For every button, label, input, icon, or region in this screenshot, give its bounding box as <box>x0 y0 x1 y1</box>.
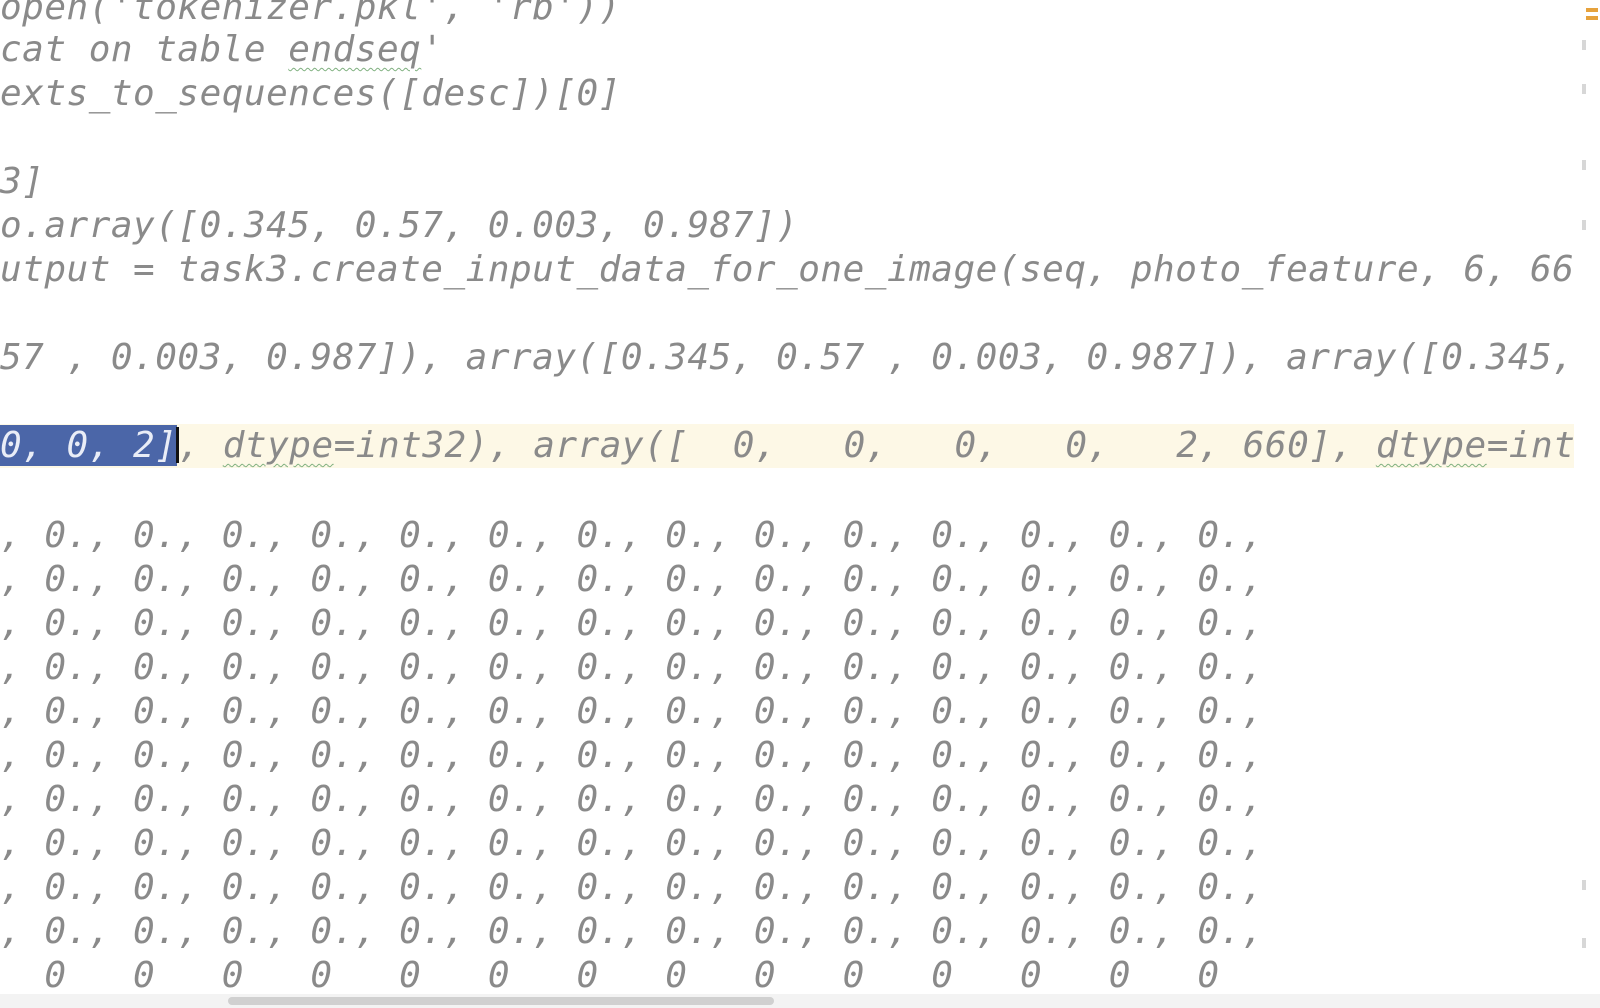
code-line[interactable]: 3] <box>0 160 44 204</box>
output-line[interactable]: 57 , 0.003, 0.987]), array([0.345, 0.57 … <box>0 336 1600 380</box>
output-text: ], <box>1309 425 1376 466</box>
zeros-output-line[interactable]: , 0., 0., 0., 0., 0., 0., 0., 0., 0., 0.… <box>0 734 1264 778</box>
horizontal-scrollbar[interactable] <box>0 994 1600 1008</box>
output-text: , 0., 0., 0., 0., 0., 0., 0., 0., 0., 0.… <box>0 867 1264 908</box>
code-text: open('tokenizer.pkl', 'rb')) <box>0 0 621 28</box>
output-text: , 0., 0., 0., 0., 0., 0., 0., 0., 0., 0.… <box>0 911 1264 952</box>
code-text: ' <box>421 29 444 70</box>
output-text: , 0., 0., 0., 0., 0., 0., 0., 0., 0., 0.… <box>0 515 1264 556</box>
code-text: utput = task3.create_input_data_for_one_… <box>0 249 1600 290</box>
zeros-output-line[interactable]: 0 0 0 0 0 0 0 0 0 0 0 0 0 0 <box>0 954 1220 998</box>
scrollbar-thumb[interactable] <box>228 997 774 1005</box>
output-text: , 0., 0., 0., 0., 0., 0., 0., 0., 0., 0.… <box>0 735 1264 776</box>
gutter-mark[interactable] <box>1582 220 1586 230</box>
output-text: , 0., 0., 0., 0., 0., 0., 0., 0., 0., 0.… <box>0 647 1264 688</box>
gutter-mark[interactable] <box>1582 160 1586 170</box>
code-text: exts_to_sequences([desc])[0] <box>0 73 621 114</box>
gutter-mark[interactable] <box>1582 938 1586 948</box>
code-line[interactable]: exts_to_sequences([desc])[0] <box>0 72 621 116</box>
zeros-output-line[interactable]: , 0., 0., 0., 0., 0., 0., 0., 0., 0., 0.… <box>0 866 1264 910</box>
code-text: cat on table <box>0 29 289 70</box>
warning-marker-icon[interactable] <box>1586 8 1598 12</box>
output-text: , 0., 0., 0., 0., 0., 0., 0., 0., 0., 0.… <box>0 779 1264 820</box>
code-line[interactable]: utput = task3.create_input_data_for_one_… <box>0 248 1600 292</box>
output-text: 0 0 0 0 0 0 0 0 0 0 0 0 0 0 <box>0 955 1220 996</box>
gutter-mark[interactable] <box>1582 84 1586 94</box>
code-text: 3] <box>0 161 45 202</box>
code-editor[interactable]: open('tokenizer.pkl', 'rb')) cat on tabl… <box>0 0 1600 1008</box>
output-text: , 0., 0., 0., 0., 0., 0., 0., 0., 0., 0.… <box>0 691 1264 732</box>
code-text: o.array([0.345, 0.57, 0.003, 0.987]) <box>0 205 799 246</box>
selected-text[interactable]: 0, 0, 2] <box>0 425 178 466</box>
gutter-mark[interactable] <box>1582 40 1586 50</box>
zeros-output-line[interactable]: , 0., 0., 0., 0., 0., 0., 0., 0., 0., 0.… <box>0 910 1264 954</box>
zeros-output-line[interactable]: , 0., 0., 0., 0., 0., 0., 0., 0., 0., 0.… <box>0 558 1264 602</box>
warning-marker-icon[interactable] <box>1586 16 1598 20</box>
output-text: 57 , 0.003, 0.987]), array([0.345, 0.57 … <box>0 337 1600 378</box>
zeros-output-line[interactable]: , 0., 0., 0., 0., 0., 0., 0., 0., 0., 0.… <box>0 602 1264 646</box>
spell-warning-text: endseq <box>288 29 422 70</box>
zeros-output-line[interactable]: , 0., 0., 0., 0., 0., 0., 0., 0., 0., 0.… <box>0 646 1264 690</box>
zeros-output-line[interactable]: , 0., 0., 0., 0., 0., 0., 0., 0., 0., 0.… <box>0 514 1264 558</box>
spell-warning-text: dtype <box>222 425 334 466</box>
error-stripe-gutter[interactable] <box>1574 0 1600 1008</box>
zeros-output-line[interactable]: , 0., 0., 0., 0., 0., 0., 0., 0., 0., 0.… <box>0 778 1264 822</box>
spell-warning-text: dtype <box>1375 425 1487 466</box>
zeros-output-line[interactable]: , 0., 0., 0., 0., 0., 0., 0., 0., 0., 0.… <box>0 690 1264 734</box>
mouse-cursor-text: 0 <box>1287 425 1310 466</box>
gutter-mark[interactable] <box>1582 880 1586 890</box>
output-text: , 0., 0., 0., 0., 0., 0., 0., 0., 0., 0.… <box>0 603 1264 644</box>
output-text: , <box>178 425 223 466</box>
code-line[interactable]: open('tokenizer.pkl', 'rb')) <box>0 0 621 30</box>
code-line[interactable]: cat on table endseq' <box>0 28 444 72</box>
output-text: , 0., 0., 0., 0., 0., 0., 0., 0., 0., 0.… <box>0 559 1264 600</box>
output-text: =int32), array([ 0, 0, 0, 0, 2, 66 <box>333 425 1288 466</box>
current-output-line[interactable]: 0, 0, 2], dtype=int32), array([ 0, 0, 0,… <box>0 424 1600 468</box>
code-line[interactable]: o.array([0.345, 0.57, 0.003, 0.987]) <box>0 204 798 248</box>
output-text: , 0., 0., 0., 0., 0., 0., 0., 0., 0., 0.… <box>0 823 1264 864</box>
zeros-output-line[interactable]: , 0., 0., 0., 0., 0., 0., 0., 0., 0., 0.… <box>0 822 1264 866</box>
